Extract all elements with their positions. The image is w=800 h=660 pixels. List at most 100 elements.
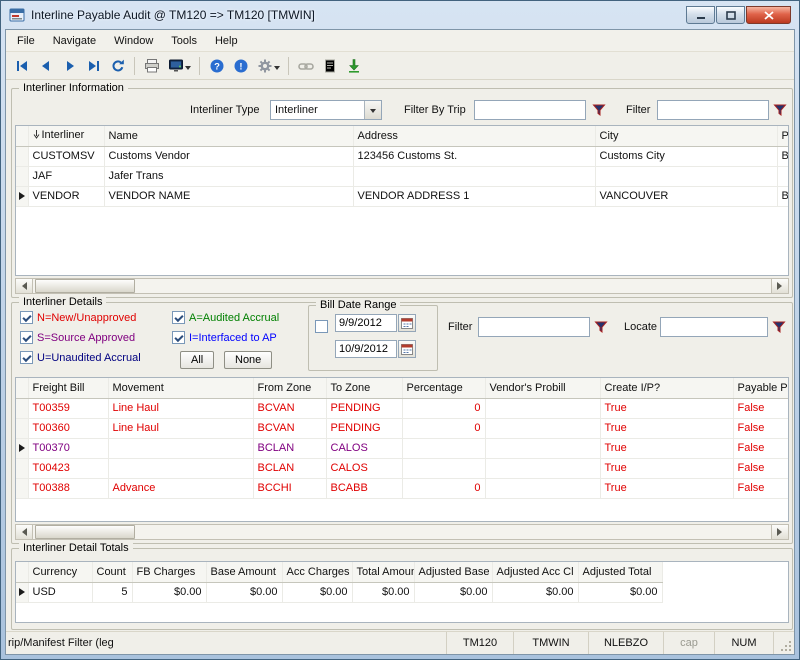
status-checkbox-unaudited[interactable]: U=Unaudited Accrual xyxy=(20,351,141,364)
attachment-button[interactable] xyxy=(318,55,341,77)
print-button[interactable] xyxy=(140,55,163,77)
checkbox-icon[interactable] xyxy=(172,331,185,344)
info-horizontal-scrollbar[interactable] xyxy=(15,278,789,294)
table-row-selected[interactable]: USD 5 $0.00 $0.00 $0.00 $0.00 $0.00 $0.0… xyxy=(16,582,662,602)
first-record-button[interactable] xyxy=(10,55,33,77)
col-create-ip[interactable]: Create I/P? xyxy=(600,378,733,398)
col-acc-charges[interactable]: Acc Charges xyxy=(282,562,352,582)
screen-view-button[interactable] xyxy=(164,55,194,77)
menu-window[interactable]: Window xyxy=(105,33,162,49)
checkbox-icon[interactable] xyxy=(20,311,33,324)
col-vendors-probill[interactable]: Vendor's Probill xyxy=(485,378,600,398)
table-row[interactable]: CUSTOMSV Customs Vendor 123456 Customs S… xyxy=(16,146,789,166)
filter-by-trip-input[interactable] xyxy=(474,100,586,120)
info-filter-funnel-icon[interactable] xyxy=(771,101,789,119)
status-checkbox-interfaced[interactable]: I=Interfaced to AP xyxy=(172,331,277,344)
checkbox-icon[interactable] xyxy=(20,331,33,344)
prior-record-button[interactable] xyxy=(34,55,57,77)
scroll-thumb[interactable] xyxy=(35,279,135,293)
app-window: Interline Payable Audit @ TM120 => TM120… xyxy=(0,0,800,660)
app-icon xyxy=(9,7,25,23)
chevron-down-icon xyxy=(185,66,191,73)
col-adjusted-acc[interactable]: Adjusted Acc Cl xyxy=(492,562,578,582)
chevron-down-icon xyxy=(274,66,280,73)
menu-help[interactable]: Help xyxy=(206,33,247,49)
menu-navigate[interactable]: Navigate xyxy=(44,33,105,49)
status-checkbox-audited[interactable]: A=Audited Accrual xyxy=(172,311,279,324)
detail-filter-funnel-icon[interactable] xyxy=(592,318,610,336)
maximize-button[interactable] xyxy=(716,6,745,24)
locate-input[interactable] xyxy=(660,317,768,337)
col-movement[interactable]: Movement xyxy=(108,378,253,398)
close-button[interactable] xyxy=(746,6,791,24)
bill-date-from-calendar-button[interactable] xyxy=(398,314,416,332)
combo-dropdown-button[interactable] xyxy=(364,101,381,119)
col-total-amount[interactable]: Total Amoun xyxy=(352,562,414,582)
table-row-selected[interactable]: T00370 BCLAN CALOS True False xyxy=(16,438,789,458)
header-row: Currency Count FB Charges Base Amount Ac… xyxy=(16,562,662,582)
export-button[interactable] xyxy=(342,55,365,77)
refresh-button[interactable] xyxy=(106,55,129,77)
table-row-selected[interactable]: VENDOR VENDOR NAME VENDOR ADDRESS 1 VANC… xyxy=(16,186,789,206)
interliner-type-combobox[interactable]: Interliner xyxy=(270,100,382,120)
bill-date-from-input[interactable] xyxy=(335,314,397,332)
all-button[interactable]: All xyxy=(180,351,214,369)
window-controls xyxy=(686,6,791,24)
about-button[interactable]: ! xyxy=(229,55,252,77)
locate-funnel-icon[interactable] xyxy=(770,318,788,336)
col-base-amount[interactable]: Base Amount xyxy=(206,562,282,582)
scroll-track[interactable] xyxy=(33,525,771,539)
table-row[interactable]: JAF Jafer Trans xyxy=(16,166,789,186)
checkbox-icon[interactable] xyxy=(172,311,185,324)
table-row[interactable]: T00359 Line Haul BCVAN PENDING 0 True Fa… xyxy=(16,398,789,418)
col-to-zone[interactable]: To Zone xyxy=(326,378,402,398)
col-from-zone[interactable]: From Zone xyxy=(253,378,326,398)
resize-grip[interactable] xyxy=(774,632,794,654)
col-count[interactable]: Count xyxy=(92,562,132,582)
status-checkbox-source[interactable]: S=Source Approved xyxy=(20,331,135,344)
scroll-thumb[interactable] xyxy=(35,525,135,539)
scroll-left-button[interactable] xyxy=(16,279,33,293)
col-percentage[interactable]: Percentage xyxy=(402,378,485,398)
next-record-button[interactable] xyxy=(58,55,81,77)
details-horizontal-scrollbar[interactable] xyxy=(15,524,789,540)
menu-file[interactable]: File xyxy=(8,33,44,49)
status-checkbox-new[interactable]: N=New/Unapproved xyxy=(20,311,136,324)
detail-filter-input[interactable] xyxy=(478,317,590,337)
info-filter-input[interactable] xyxy=(657,100,769,120)
scroll-track[interactable] xyxy=(33,279,771,293)
bill-date-to-input[interactable] xyxy=(335,340,397,358)
col-fb-charges[interactable]: FB Charges xyxy=(132,562,206,582)
menu-tools[interactable]: Tools xyxy=(162,33,206,49)
col-freight-bill[interactable]: Freight Bill xyxy=(28,378,108,398)
col-name[interactable]: Name xyxy=(104,126,353,146)
col-interliner[interactable]: Interliner xyxy=(28,126,104,146)
table-row[interactable]: T00388 Advance BCCHI BCABB 0 True False xyxy=(16,478,789,498)
totals-grid: Currency Count FB Charges Base Amount Ac… xyxy=(15,561,789,623)
bill-date-range-checkbox[interactable] xyxy=(315,320,328,333)
minimize-button[interactable] xyxy=(686,6,715,24)
none-button[interactable]: None xyxy=(224,351,272,369)
col-currency[interactable]: Currency xyxy=(28,562,92,582)
col-payable-pro[interactable]: Payable Pro xyxy=(733,378,789,398)
help-button[interactable]: ? xyxy=(205,55,228,77)
col-adjusted-base[interactable]: Adjusted Base xyxy=(414,562,492,582)
checkbox-icon[interactable] xyxy=(20,351,33,364)
scroll-right-button[interactable] xyxy=(771,279,788,293)
svg-text:!: ! xyxy=(239,61,242,72)
col-adjusted-total[interactable]: Adjusted Total xyxy=(578,562,662,582)
sort-arrow-icon xyxy=(33,130,40,142)
scroll-right-button[interactable] xyxy=(771,525,788,539)
table-row[interactable]: T00360 Line Haul BCVAN PENDING 0 True Fa… xyxy=(16,418,789,438)
link-button[interactable] xyxy=(294,55,317,77)
settings-button[interactable] xyxy=(253,55,283,77)
table-row[interactable]: T00423 BCLAN CALOS True False xyxy=(16,458,789,478)
col-address[interactable]: Address xyxy=(353,126,595,146)
col-prov[interactable]: Prov xyxy=(777,126,789,146)
scroll-left-button[interactable] xyxy=(16,525,33,539)
col-city[interactable]: City xyxy=(595,126,777,146)
bill-date-to-calendar-button[interactable] xyxy=(398,340,416,358)
titlebar: Interline Payable Audit @ TM120 => TM120… xyxy=(1,1,799,29)
trip-filter-funnel-icon[interactable] xyxy=(590,101,608,119)
last-record-button[interactable] xyxy=(82,55,105,77)
